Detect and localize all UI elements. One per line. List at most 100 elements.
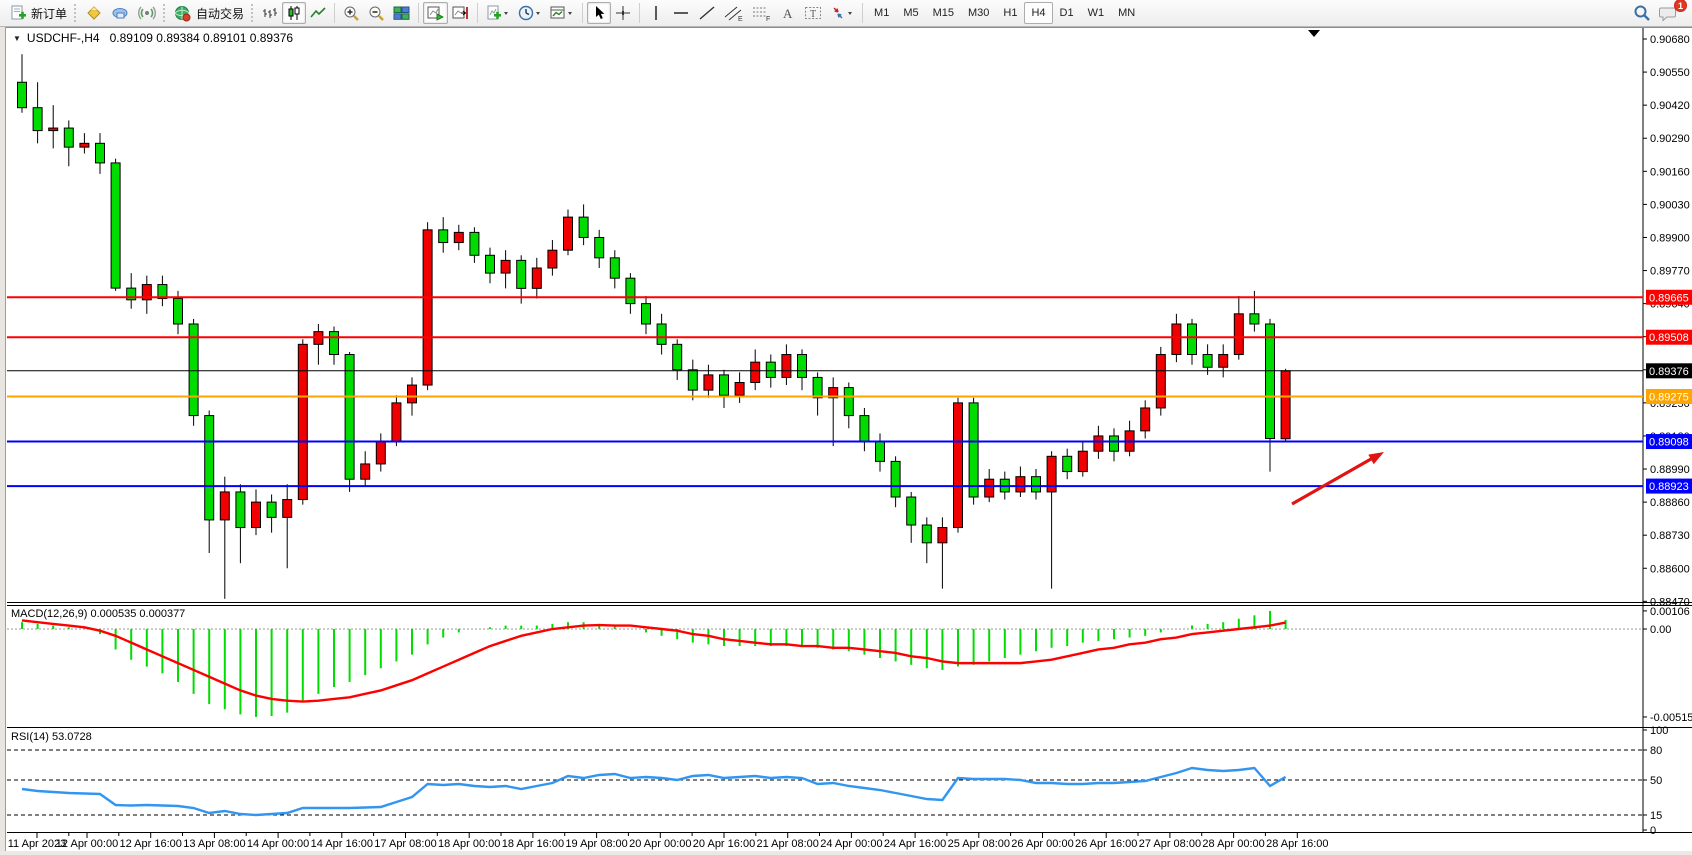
- timeframe-m30-button[interactable]: M30: [961, 2, 996, 24]
- search-button[interactable]: [1629, 2, 1655, 24]
- new-order-button[interactable]: 新订单: [6, 2, 71, 24]
- svg-text:A: A: [783, 6, 793, 21]
- timeframe-m1-button[interactable]: M1: [867, 2, 896, 24]
- svg-text:-0.005154: -0.005154: [1650, 712, 1692, 724]
- notifications-button[interactable]: 1: [1655, 2, 1682, 24]
- svg-text:15: 15: [1650, 810, 1662, 822]
- timeframe-m15-button[interactable]: M15: [926, 2, 961, 24]
- vertical-line-button[interactable]: [644, 2, 668, 24]
- svg-text:0.90420: 0.90420: [1650, 100, 1690, 112]
- equidistant-channel-icon: E: [724, 5, 744, 22]
- signals-button[interactable]: [107, 2, 134, 24]
- auto-scroll-button[interactable]: [423, 2, 448, 24]
- svg-text:0.89900: 0.89900: [1650, 232, 1690, 244]
- rsi-name: RSI(14): [11, 731, 49, 743]
- svg-text:0.89275: 0.89275: [1649, 392, 1689, 404]
- text-button[interactable]: A: [776, 2, 800, 24]
- svg-text:0.90160: 0.90160: [1650, 166, 1690, 178]
- svg-text:0.90680: 0.90680: [1650, 34, 1690, 46]
- window-bottom-frame: [0, 851, 1692, 855]
- template-icon: [550, 5, 574, 22]
- main-toolbar: 新订单 自动交易: [0, 0, 1692, 27]
- svg-text:20 Apr 16:00: 20 Apr 16:00: [693, 838, 755, 850]
- svg-text:F: F: [766, 16, 770, 22]
- svg-text:18 Apr 00:00: 18 Apr 00:00: [438, 838, 500, 850]
- timeframe-m5-button[interactable]: M5: [896, 2, 925, 24]
- svg-text:0.89665: 0.89665: [1649, 292, 1689, 304]
- tile-windows-button[interactable]: [389, 2, 414, 24]
- candlestick-chart-button[interactable]: [282, 2, 306, 24]
- fibonacci-button[interactable]: F: [748, 2, 776, 24]
- svg-text:17 Apr 08:00: 17 Apr 08:00: [374, 838, 436, 850]
- svg-text:0.88860: 0.88860: [1650, 497, 1690, 509]
- timeframe-h4-button[interactable]: H4: [1024, 2, 1052, 24]
- gold-button[interactable]: [81, 2, 107, 24]
- svg-text:28 Apr 16:00: 28 Apr 16:00: [1266, 838, 1328, 850]
- chart-symbol-period: USDCHF-,H4: [27, 31, 100, 45]
- crosshair-icon: [615, 5, 631, 21]
- gold-icon: [85, 5, 103, 21]
- trendline-button[interactable]: [694, 2, 720, 24]
- bar-chart-button[interactable]: [258, 2, 282, 24]
- autotrading-button[interactable]: 自动交易: [170, 2, 248, 24]
- arrows-dropdown[interactable]: [826, 2, 858, 24]
- chart-header[interactable]: ▼ USDCHF-,H4 0.89109 0.89384 0.89101 0.8…: [13, 31, 293, 45]
- line-chart-button[interactable]: [306, 2, 330, 24]
- svg-text:0.88600: 0.88600: [1650, 563, 1690, 575]
- chart-ohlc-values: 0.89109 0.89384 0.89101 0.89376: [110, 31, 294, 45]
- timeframe-mn-button[interactable]: MN: [1111, 2, 1142, 24]
- chart-shift-button[interactable]: [448, 2, 473, 24]
- svg-text:T: T: [810, 9, 816, 20]
- horizontal-line-button[interactable]: [668, 2, 694, 24]
- template-dropdown[interactable]: [546, 2, 578, 24]
- svg-text:50: 50: [1650, 775, 1662, 787]
- svg-text:0.88923: 0.88923: [1649, 481, 1689, 493]
- cursor-button[interactable]: [587, 2, 611, 24]
- new-chart-dropdown[interactable]: [482, 2, 514, 24]
- auto-scroll-icon: [427, 5, 444, 21]
- new-chart-icon: [486, 5, 510, 22]
- timeframe-d1-button[interactable]: D1: [1053, 2, 1081, 24]
- horizontal-line-icon: [672, 5, 690, 21]
- svg-text:0.89508: 0.89508: [1649, 332, 1689, 344]
- svg-text:0.89098: 0.89098: [1649, 437, 1689, 449]
- svg-text:24 Apr 16:00: 24 Apr 16:00: [884, 838, 946, 850]
- svg-text:18 Apr 16:00: 18 Apr 16:00: [502, 838, 564, 850]
- svg-text:14 Apr 00:00: 14 Apr 00:00: [247, 838, 309, 850]
- svg-text:25 Apr 08:00: 25 Apr 08:00: [948, 838, 1010, 850]
- svg-text:0.00: 0.00: [1650, 624, 1671, 636]
- svg-text:0.89376: 0.89376: [1649, 366, 1689, 378]
- zoom-out-icon: [368, 5, 385, 22]
- svg-text:27 Apr 08:00: 27 Apr 08:00: [1139, 838, 1201, 850]
- fibonacci-icon: F: [752, 5, 772, 22]
- search-icon: [1633, 4, 1651, 22]
- equidistant-channel-button[interactable]: E: [720, 2, 748, 24]
- zoom-in-button[interactable]: [339, 2, 364, 24]
- timeframe-h1-button[interactable]: H1: [996, 2, 1024, 24]
- svg-text:0.88990: 0.88990: [1650, 464, 1690, 476]
- text-label-button[interactable]: T: [800, 2, 826, 24]
- rsi-value: 53.0728: [52, 731, 92, 743]
- svg-text:19 Apr 08:00: 19 Apr 08:00: [565, 838, 627, 850]
- bar-chart-icon: [262, 5, 278, 21]
- broadcast-button[interactable]: [134, 2, 160, 24]
- macd-values: 0.000535 0.000377: [90, 608, 185, 620]
- signals-cloud-icon: [111, 5, 130, 21]
- timeframe-w1-button[interactable]: W1: [1081, 2, 1112, 24]
- text-label-icon: T: [804, 5, 822, 21]
- zoom-in-icon: [343, 5, 360, 22]
- chart-shift-icon: [452, 5, 469, 21]
- candlestick-chart-icon: [286, 5, 302, 21]
- zoom-out-button[interactable]: [364, 2, 389, 24]
- chart-dropdown-icon[interactable]: ▼: [13, 34, 21, 43]
- autotrading-globe-icon: [174, 5, 192, 22]
- broadcast-icon: [138, 5, 156, 21]
- svg-text:0.88730: 0.88730: [1650, 530, 1690, 542]
- svg-text:12 Apr 16:00: 12 Apr 16:00: [120, 838, 182, 850]
- period-dropdown[interactable]: [514, 2, 546, 24]
- svg-text:80: 80: [1650, 745, 1662, 757]
- crosshair-button[interactable]: [611, 2, 635, 24]
- svg-text:28 Apr 00:00: 28 Apr 00:00: [1202, 838, 1264, 850]
- line-chart-icon: [310, 5, 326, 21]
- chart-canvas[interactable]: 0.906800.905500.904200.902900.901600.900…: [0, 0, 1692, 855]
